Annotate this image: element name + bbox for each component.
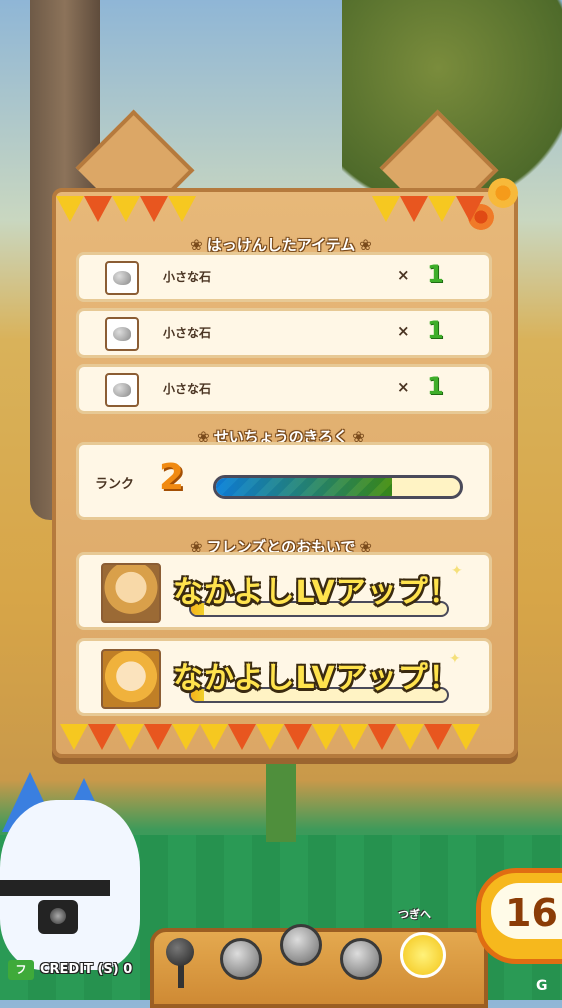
multiply-sign: ×	[397, 378, 410, 396]
bottom-bunting	[60, 724, 480, 750]
rank-panel: ランク 2	[76, 442, 492, 520]
mascot-band	[0, 880, 110, 896]
timer-counter: 16	[476, 868, 562, 964]
store-logo-icon: フ	[8, 960, 34, 980]
next-button[interactable]	[400, 932, 446, 978]
multiply-sign: ×	[397, 322, 410, 340]
flower-decoration-icon	[488, 178, 518, 208]
rock-icon	[105, 373, 139, 407]
item-name: 小さな石	[163, 326, 212, 340]
jaguar-portrait	[101, 563, 161, 623]
rank-value: 2	[159, 457, 185, 498]
rock-icon	[105, 317, 139, 351]
arcade-button-1[interactable]	[220, 938, 262, 980]
camera-lens-icon	[50, 908, 66, 924]
joystick[interactable]	[166, 938, 194, 966]
credit-text: CREDIT (S) 0	[40, 962, 133, 977]
item-name: 小さな石	[163, 270, 212, 284]
top-bunting-right	[372, 196, 484, 222]
counter-value: 16	[505, 891, 558, 935]
item-quantity: 1	[427, 316, 444, 344]
rank-label: ランク	[95, 477, 135, 492]
top-bunting	[56, 196, 196, 222]
board-post	[266, 752, 296, 842]
sparkle-icon: ✦	[451, 563, 463, 579]
friend-row: なかよしLVアップ！ ✦	[76, 638, 492, 716]
rank-progress-fill	[216, 478, 392, 496]
sparkle-icon: ✦	[449, 651, 461, 667]
level-up-message: なかよしLVアップ！	[173, 575, 460, 610]
rank-progress-bar	[213, 475, 463, 499]
item-name: 小さな石	[163, 382, 212, 396]
next-label: つぎへ	[398, 908, 431, 921]
serval-portrait	[101, 649, 161, 709]
item-row: 小さな石 × 1	[76, 252, 492, 302]
item-row: 小さな石 × 1	[76, 364, 492, 414]
watermark-icon: G	[536, 978, 548, 994]
rock-icon	[105, 261, 139, 295]
friend-row: なかよしLVアップ！ ✦	[76, 552, 492, 630]
item-quantity: 1	[427, 372, 444, 400]
level-up-message: なかよしLVアップ！	[173, 661, 460, 696]
arcade-button-2[interactable]	[280, 924, 322, 966]
item-quantity: 1	[427, 260, 444, 288]
item-row: 小さな石 × 1	[76, 308, 492, 358]
multiply-sign: ×	[397, 266, 410, 284]
arcade-button-3[interactable]	[340, 938, 382, 980]
